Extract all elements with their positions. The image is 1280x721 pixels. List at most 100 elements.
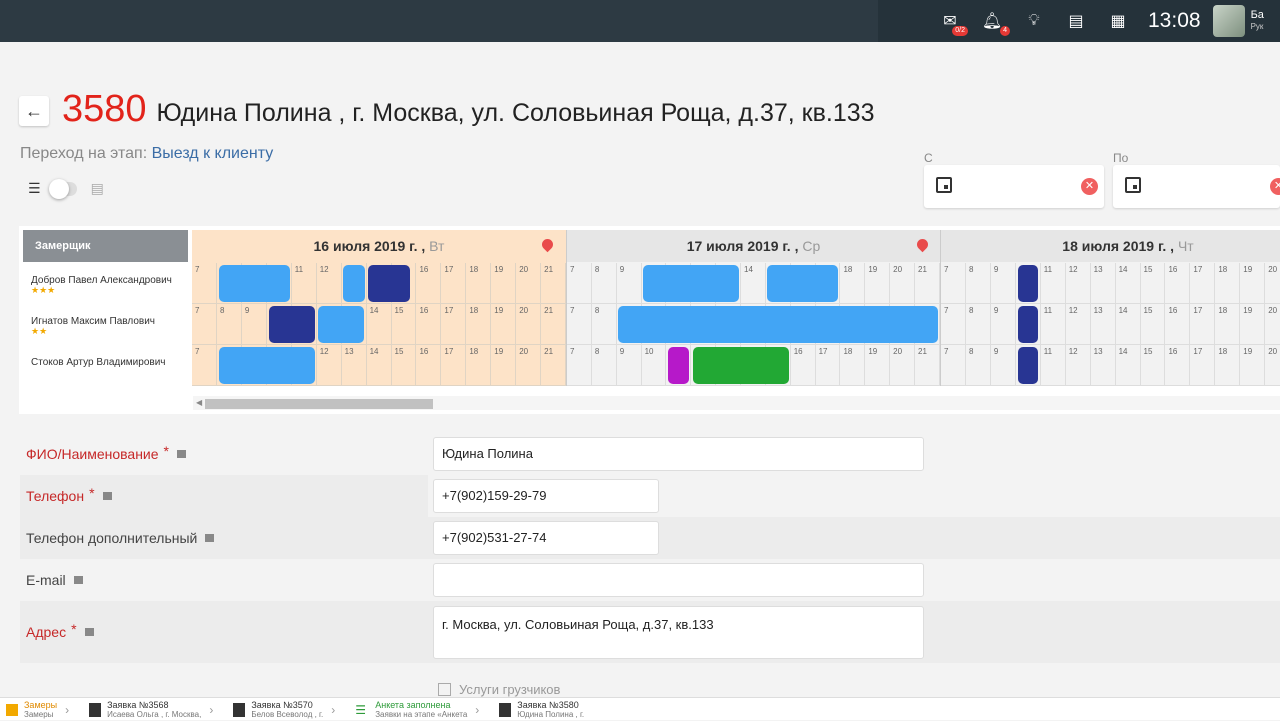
comment-icon[interactable] — [177, 450, 186, 458]
hour-cell[interactable]: 11 — [1040, 304, 1066, 345]
hour-cell[interactable]: 18 — [466, 304, 492, 345]
task-tab[interactable]: Заявка №3568 Исаева Ольга , г. Москва, › — [83, 698, 227, 721]
hour-cell[interactable]: 9 — [616, 345, 642, 386]
user-info[interactable]: Ба Рук — [1251, 9, 1264, 33]
hour-cell[interactable]: 8 — [591, 263, 617, 304]
hour-cell[interactable]: 21 — [541, 345, 567, 386]
hour-cell[interactable]: 21 — [541, 263, 567, 304]
hour-cell[interactable]: 14 — [741, 263, 766, 304]
worker-row-label[interactable]: Игнатов Максим Павлович ★★ — [23, 304, 188, 345]
hour-cell[interactable]: 7 — [192, 263, 217, 304]
hour-cell[interactable]: 17 — [441, 263, 467, 304]
hour-cell[interactable]: 7 — [567, 345, 592, 386]
hour-cell[interactable]: 12 — [1065, 263, 1091, 304]
hour-cell[interactable]: 15 — [1140, 263, 1166, 304]
appointment-block[interactable] — [1018, 265, 1038, 302]
hour-cell[interactable]: 18 — [1215, 304, 1241, 345]
view-switch[interactable] — [48, 178, 77, 199]
hour-cell[interactable]: 8 — [965, 345, 991, 386]
comment-icon[interactable] — [205, 534, 215, 542]
hour-cell[interactable]: 13 — [1090, 263, 1116, 304]
hour-cell[interactable]: 12 — [316, 263, 342, 304]
hour-cell[interactable]: 8 — [965, 304, 991, 345]
horizontal-scrollbar[interactable]: ◀ — [193, 396, 1280, 410]
hour-cell[interactable]: 7 — [567, 263, 592, 304]
hour-cell[interactable]: 12 — [1065, 345, 1091, 386]
appointment-block[interactable] — [219, 347, 315, 384]
hour-cell[interactable]: 14 — [366, 304, 392, 345]
hour-cell[interactable]: 7 — [567, 304, 592, 345]
email-input[interactable] — [433, 563, 924, 597]
hour-cell[interactable]: 19 — [491, 304, 517, 345]
checkbox-box[interactable] — [438, 683, 451, 696]
hour-cell[interactable]: 14 — [366, 345, 392, 386]
table-view-icon[interactable]: ▤ — [91, 180, 104, 197]
hour-cell[interactable]: 16 — [416, 304, 442, 345]
hour-cell[interactable]: 18 — [466, 345, 492, 386]
hour-cell[interactable]: 20 — [516, 263, 542, 304]
phone-input[interactable]: +7(902)159-29-79 — [433, 479, 659, 513]
comment-icon[interactable] — [84, 628, 94, 636]
hour-cell[interactable]: 21 — [915, 345, 940, 386]
hour-cell[interactable]: 20 — [890, 345, 916, 386]
appointment-block[interactable] — [368, 265, 410, 302]
task-tab[interactable]: Замеры Замеры › — [0, 698, 83, 721]
hour-cell[interactable]: 16 — [1165, 304, 1191, 345]
hour-cell[interactable]: 20 — [890, 263, 916, 304]
hour-cell[interactable]: 15 — [1140, 345, 1166, 386]
appointment-block[interactable] — [767, 265, 838, 302]
hour-cell[interactable]: 21 — [915, 263, 940, 304]
hour-cell[interactable]: 12 — [316, 345, 342, 386]
list-view-icon[interactable]: ☰ — [28, 180, 41, 197]
hour-cell[interactable]: 21 — [541, 304, 567, 345]
hour-cell[interactable]: 7 — [941, 304, 966, 345]
appointment-block[interactable] — [643, 265, 739, 302]
hour-cell[interactable]: 16 — [416, 345, 442, 386]
fio-input[interactable]: Юдина Полина — [433, 437, 924, 471]
appointment-block[interactable] — [1018, 347, 1038, 384]
scroll-thumb[interactable] — [205, 399, 433, 409]
hour-cell[interactable]: 17 — [441, 304, 467, 345]
date-from-field[interactable]: ✕ — [924, 165, 1104, 208]
hour-cell[interactable]: 14 — [1115, 263, 1141, 304]
clear-icon[interactable]: ✕ — [1081, 178, 1098, 195]
hour-cell[interactable]: 20 — [1265, 263, 1280, 304]
calendar-icon[interactable] — [1125, 177, 1141, 193]
back-button[interactable]: ← — [19, 96, 49, 126]
hour-cell[interactable]: 19 — [865, 345, 891, 386]
hour-cell[interactable]: 19 — [1240, 263, 1266, 304]
hour-cell[interactable]: 9 — [990, 263, 1016, 304]
messages-icon[interactable]: ▦ — [1108, 11, 1128, 31]
hour-cell[interactable]: 14 — [1115, 345, 1141, 386]
calendar-icon[interactable] — [936, 177, 952, 193]
hour-cell[interactable]: 19 — [865, 263, 891, 304]
hour-cell[interactable]: 7 — [192, 345, 217, 386]
appointment-block[interactable] — [343, 265, 365, 302]
appointment-block[interactable] — [618, 306, 938, 343]
hour-cell[interactable]: 18 — [1215, 345, 1241, 386]
hour-cell[interactable]: 18 — [466, 263, 492, 304]
hour-cell[interactable]: 18 — [840, 345, 866, 386]
lightbulb-icon[interactable]: 💡︎ — [1024, 11, 1044, 31]
hour-cell[interactable]: 20 — [1265, 345, 1280, 386]
hour-cell[interactable]: 19 — [491, 263, 517, 304]
clear-icon[interactable]: ✕ — [1270, 178, 1280, 195]
hour-cell[interactable]: 20 — [1265, 304, 1280, 345]
appointment-block[interactable] — [1018, 306, 1038, 343]
hour-cell[interactable]: 16 — [1165, 263, 1191, 304]
date-to-field[interactable]: ✕ — [1113, 165, 1280, 208]
hour-cell[interactable]: 7 — [941, 345, 966, 386]
appointment-block[interactable] — [318, 306, 364, 343]
hour-cell[interactable]: 11 — [291, 263, 317, 304]
hour-cell[interactable]: 10 — [641, 345, 667, 386]
hour-cell[interactable]: 9 — [990, 304, 1016, 345]
task-tab[interactable]: ☰ Анкета заполнена Заявки на этапе «Анкет… — [349, 698, 493, 721]
hour-cell[interactable]: 17 — [1190, 345, 1216, 386]
hour-cell[interactable]: 15 — [391, 304, 417, 345]
appointment-block[interactable] — [693, 347, 789, 384]
hour-cell[interactable]: 13 — [1090, 304, 1116, 345]
worker-row-label[interactable]: Стоков Артур Владимирович — [23, 345, 188, 386]
bell-icon[interactable]: 🔔︎ 4 — [982, 11, 1010, 36]
hour-cell[interactable]: 20 — [516, 345, 542, 386]
hour-cell[interactable]: 17 — [815, 345, 841, 386]
